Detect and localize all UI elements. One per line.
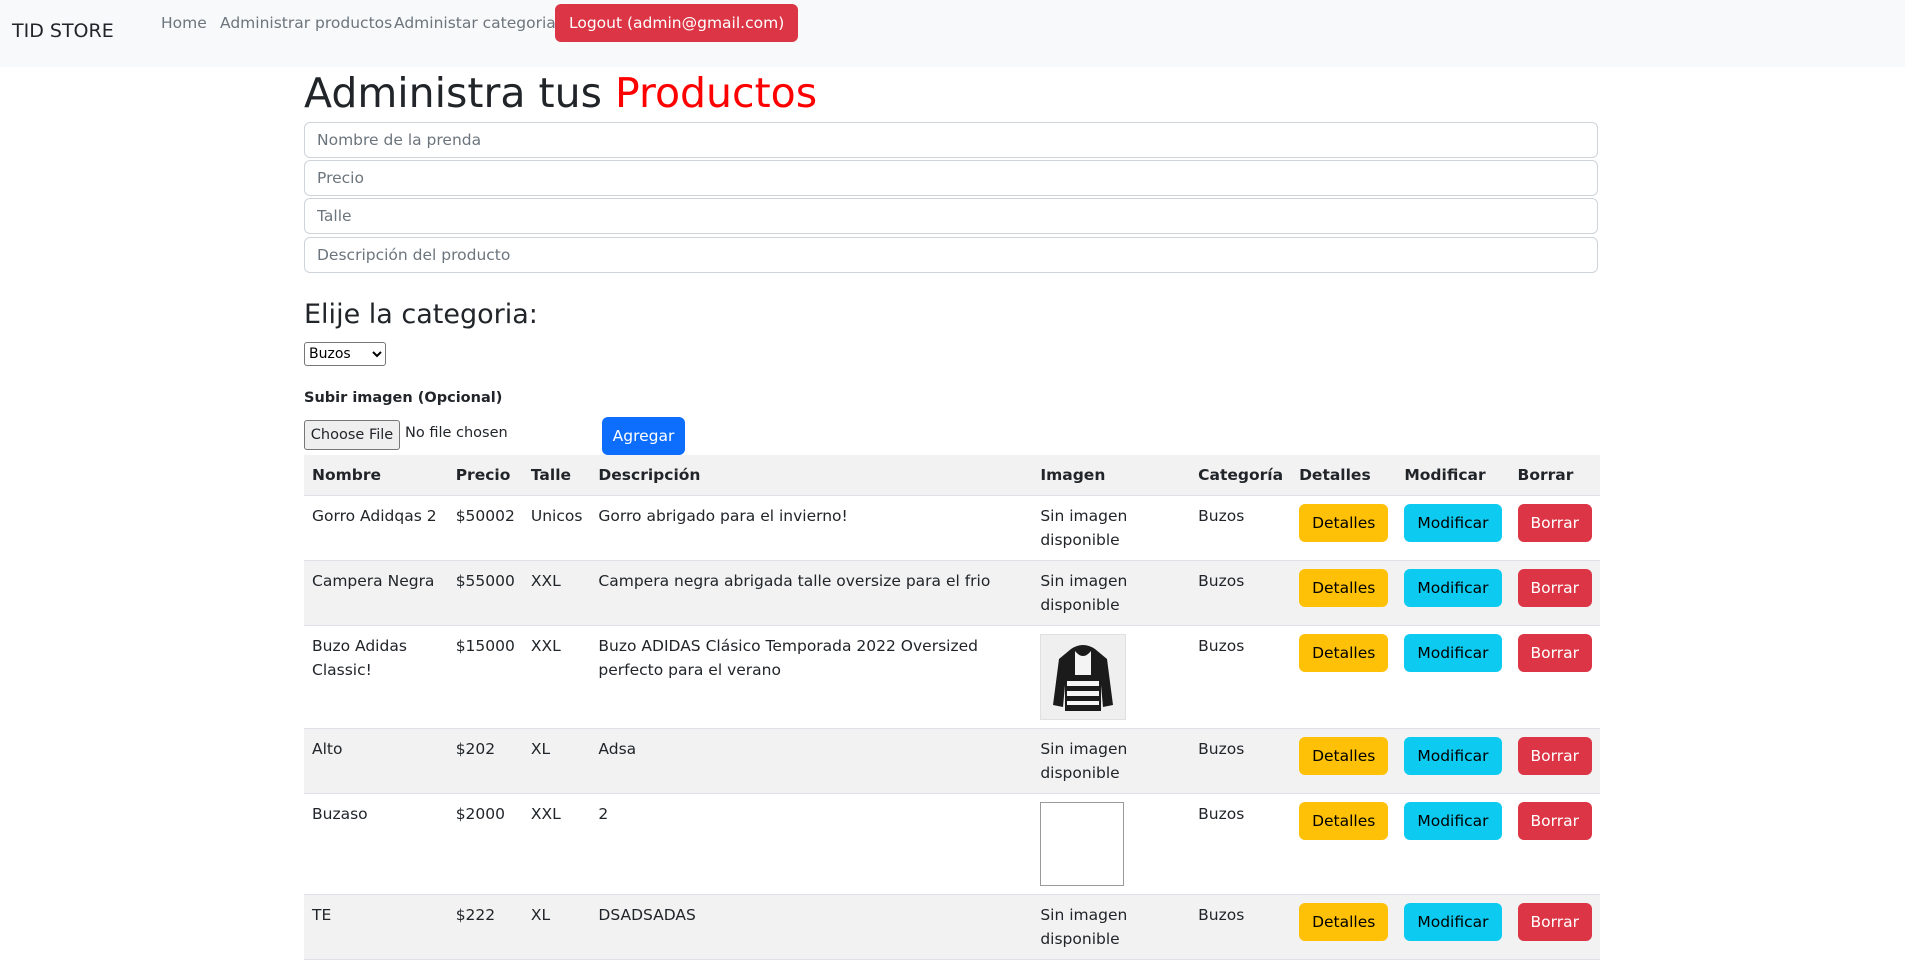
details-button[interactable]: Detalles: [1299, 569, 1389, 607]
cell-description: DSADSADAS: [590, 894, 1033, 960]
delete-button[interactable]: Borrar: [1517, 903, 1592, 941]
choose-file-button[interactable]: Choose File: [304, 420, 400, 450]
cell-description: Adsa: [590, 728, 1033, 794]
cell-category: Buzos: [1190, 894, 1292, 960]
modify-button[interactable]: Modificar: [1404, 903, 1502, 941]
cell-name: Alto: [304, 728, 448, 794]
table-row: Alto $202 XL Adsa Sin imagen disponible …: [304, 728, 1600, 794]
products-table: Nombre Precio Talle Descripción Imagen C…: [304, 455, 1600, 960]
price-input[interactable]: [304, 160, 1598, 196]
size-input[interactable]: [304, 198, 1598, 234]
hoodie-thumbnail-image: [1040, 634, 1127, 720]
header-details: Detalles: [1291, 455, 1397, 496]
product-name-input[interactable]: [304, 122, 1598, 158]
header-name: Nombre: [304, 455, 448, 496]
delete-button[interactable]: Borrar: [1517, 569, 1592, 607]
table-row: Buzaso $2000 XXL 2 Buzos Detalles Modifi…: [304, 793, 1600, 895]
modify-button[interactable]: Modificar: [1404, 802, 1502, 840]
delete-button[interactable]: Borrar: [1517, 634, 1592, 672]
description-input[interactable]: [304, 237, 1598, 273]
cell-price: $2000: [447, 793, 523, 895]
cell-category: Buzos: [1190, 728, 1292, 794]
details-button[interactable]: Detalles: [1299, 802, 1389, 840]
table-row: Campera Negra $55000 XXL Campera negra a…: [304, 560, 1600, 626]
nav-link-admin-categories[interactable]: Administar categorias: [394, 14, 564, 32]
table-row: Buzo Adidas Classic! $15000 XXL Buzo ADI…: [304, 625, 1600, 729]
details-button[interactable]: Detalles: [1299, 634, 1389, 672]
cell-image: [1032, 625, 1191, 729]
cell-price: $55000: [447, 560, 523, 626]
cell-image-no-image: Sin imagen disponible: [1032, 894, 1191, 960]
nav-link-home[interactable]: Home: [161, 14, 207, 32]
header-delete: Borrar: [1509, 455, 1600, 496]
brand-link[interactable]: TID STORE: [12, 20, 114, 42]
upload-label: Subir imagen (Opcional): [304, 390, 503, 406]
nav-link-admin-products[interactable]: Administrar productos: [220, 14, 392, 32]
header-image: Imagen: [1032, 455, 1191, 496]
cell-category: Buzos: [1190, 793, 1292, 895]
cell-image-no-image: Sin imagen disponible: [1032, 728, 1191, 794]
cell-size: Unicos: [522, 495, 591, 561]
modify-button[interactable]: Modificar: [1404, 504, 1502, 542]
cell-name: Campera Negra: [304, 560, 448, 626]
details-button[interactable]: Detalles: [1299, 737, 1389, 775]
cell-size: XXL: [522, 625, 591, 729]
page-title: Administra tus Productos: [304, 69, 817, 117]
cell-image-no-image: Sin imagen disponible: [1032, 560, 1191, 626]
table-row: Gorro Adidqas 2 $50002 Unicos Gorro abri…: [304, 495, 1600, 561]
header-size: Talle: [522, 455, 591, 496]
cell-price: $222: [447, 894, 523, 960]
cell-category: Buzos: [1190, 625, 1292, 729]
category-heading: Elije la categoria:: [304, 299, 538, 330]
category-select[interactable]: Buzos: [304, 342, 386, 366]
cell-description: Campera negra abrigada talle oversize pa…: [590, 560, 1033, 626]
cell-size: XL: [522, 728, 591, 794]
logout-button[interactable]: Logout (admin@gmail.com): [555, 4, 799, 42]
cell-description: 2: [590, 793, 1033, 895]
modify-button[interactable]: Modificar: [1404, 634, 1502, 672]
cell-name: TE: [304, 894, 448, 960]
page-title-prefix: Administra tus: [304, 69, 602, 117]
modify-button[interactable]: Modificar: [1404, 737, 1502, 775]
cell-category: Buzos: [1190, 560, 1292, 626]
add-button[interactable]: Agregar: [602, 417, 685, 455]
cell-category: Buzos: [1190, 495, 1292, 561]
header-modify: Modificar: [1396, 455, 1510, 496]
delete-button[interactable]: Borrar: [1517, 504, 1592, 542]
cell-name: Buzo Adidas Classic!: [304, 625, 448, 729]
cell-size: XXL: [522, 560, 591, 626]
modify-button[interactable]: Modificar: [1404, 569, 1502, 607]
cell-price: $202: [447, 728, 523, 794]
file-status-text: No file chosen: [405, 425, 508, 441]
delete-button[interactable]: Borrar: [1517, 737, 1592, 775]
cell-price: $50002: [447, 495, 523, 561]
broken-image-placeholder: [1040, 802, 1125, 886]
cell-description: Gorro abrigado para el invierno!: [590, 495, 1033, 561]
header-category: Categoría: [1190, 455, 1292, 496]
header-price: Precio: [447, 455, 523, 496]
cell-size: XL: [522, 894, 591, 960]
cell-name: Buzaso: [304, 793, 448, 895]
table-row: TE $222 XL DSADSADAS Sin imagen disponib…: [304, 894, 1600, 960]
navbar: TID STORE Home Administrar productos Adm…: [0, 0, 1905, 67]
details-button[interactable]: Detalles: [1299, 504, 1389, 542]
cell-image: [1032, 793, 1191, 895]
cell-description: Buzo ADIDAS Clásico Temporada 2022 Overs…: [590, 625, 1033, 729]
details-button[interactable]: Detalles: [1299, 903, 1389, 941]
delete-button[interactable]: Borrar: [1517, 802, 1592, 840]
header-description: Descripción: [590, 455, 1033, 496]
cell-image-no-image: Sin imagen disponible: [1032, 495, 1191, 561]
cell-price: $15000: [447, 625, 523, 729]
cell-name: Gorro Adidqas 2: [304, 495, 448, 561]
page-title-accent: Productos: [614, 69, 818, 117]
table-header-row: Nombre Precio Talle Descripción Imagen C…: [304, 455, 1600, 496]
cell-size: XXL: [522, 793, 591, 895]
